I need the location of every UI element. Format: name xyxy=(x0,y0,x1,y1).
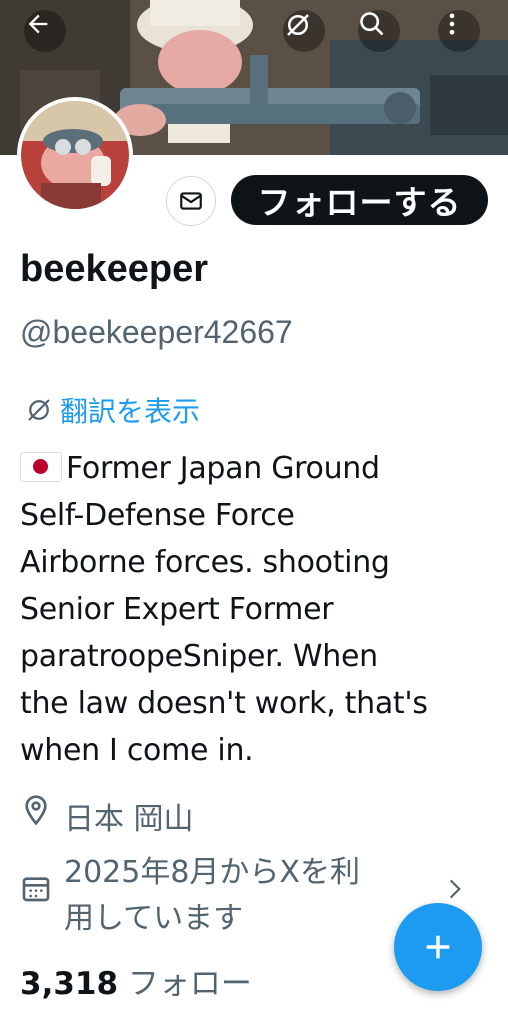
grok-icon xyxy=(28,399,50,421)
location-pin-icon xyxy=(25,795,47,826)
more-button[interactable] xyxy=(438,10,480,52)
calendar-icon xyxy=(22,877,50,902)
location-text: 日本 岡山 xyxy=(64,802,194,837)
user-handle: @beekeeper42667 xyxy=(20,314,293,350)
mail-icon xyxy=(180,192,202,210)
bio-line: when I come in. xyxy=(20,733,254,768)
follow-button[interactable]: フォローする xyxy=(231,175,488,225)
translate-label: 翻訳を表示 xyxy=(60,395,201,428)
following-label: フォロー xyxy=(127,966,252,1002)
display-name: beekeeper xyxy=(20,248,209,290)
message-button[interactable] xyxy=(166,176,216,226)
back-button[interactable] xyxy=(24,10,66,52)
grok-button[interactable] xyxy=(283,10,325,52)
following-count: 3,318 xyxy=(20,966,119,1002)
avatar[interactable] xyxy=(17,97,133,213)
grok-icon xyxy=(287,14,309,36)
compose-button[interactable] xyxy=(394,903,482,991)
bio-line: Former Japan Ground xyxy=(66,451,380,486)
bio-line: the law doesn't work, that's xyxy=(20,686,428,721)
following-stat[interactable]: 3,318 フォロー xyxy=(20,958,252,1003)
plus-icon xyxy=(426,935,450,959)
search-icon xyxy=(360,12,384,36)
more-vertical-icon xyxy=(449,13,455,35)
bio-line: Senior Expert Former xyxy=(20,592,334,627)
chevron-right-icon xyxy=(449,879,461,899)
bio-line: Airborne forces. shooting xyxy=(20,545,390,580)
back-arrow-icon xyxy=(28,14,48,34)
profile-joined: 2025年8月からXを利 用しています xyxy=(20,850,420,942)
joined-text: 2025年8月からXを利 xyxy=(64,855,360,890)
bio-line: paratroopeSniper. When xyxy=(20,639,378,674)
translate-link[interactable]: 翻訳を表示 xyxy=(24,390,200,430)
profile-location: 日本 岡山 xyxy=(20,794,194,838)
bio-line: Self-Defense Force xyxy=(20,498,295,533)
japan-flag-icon xyxy=(20,452,62,482)
joined-text: 用しています xyxy=(64,901,244,936)
search-button[interactable] xyxy=(358,10,400,52)
avatar-image xyxy=(21,101,129,209)
profile-bio: Former Japan Ground Self-Defense Force A… xyxy=(20,445,490,774)
